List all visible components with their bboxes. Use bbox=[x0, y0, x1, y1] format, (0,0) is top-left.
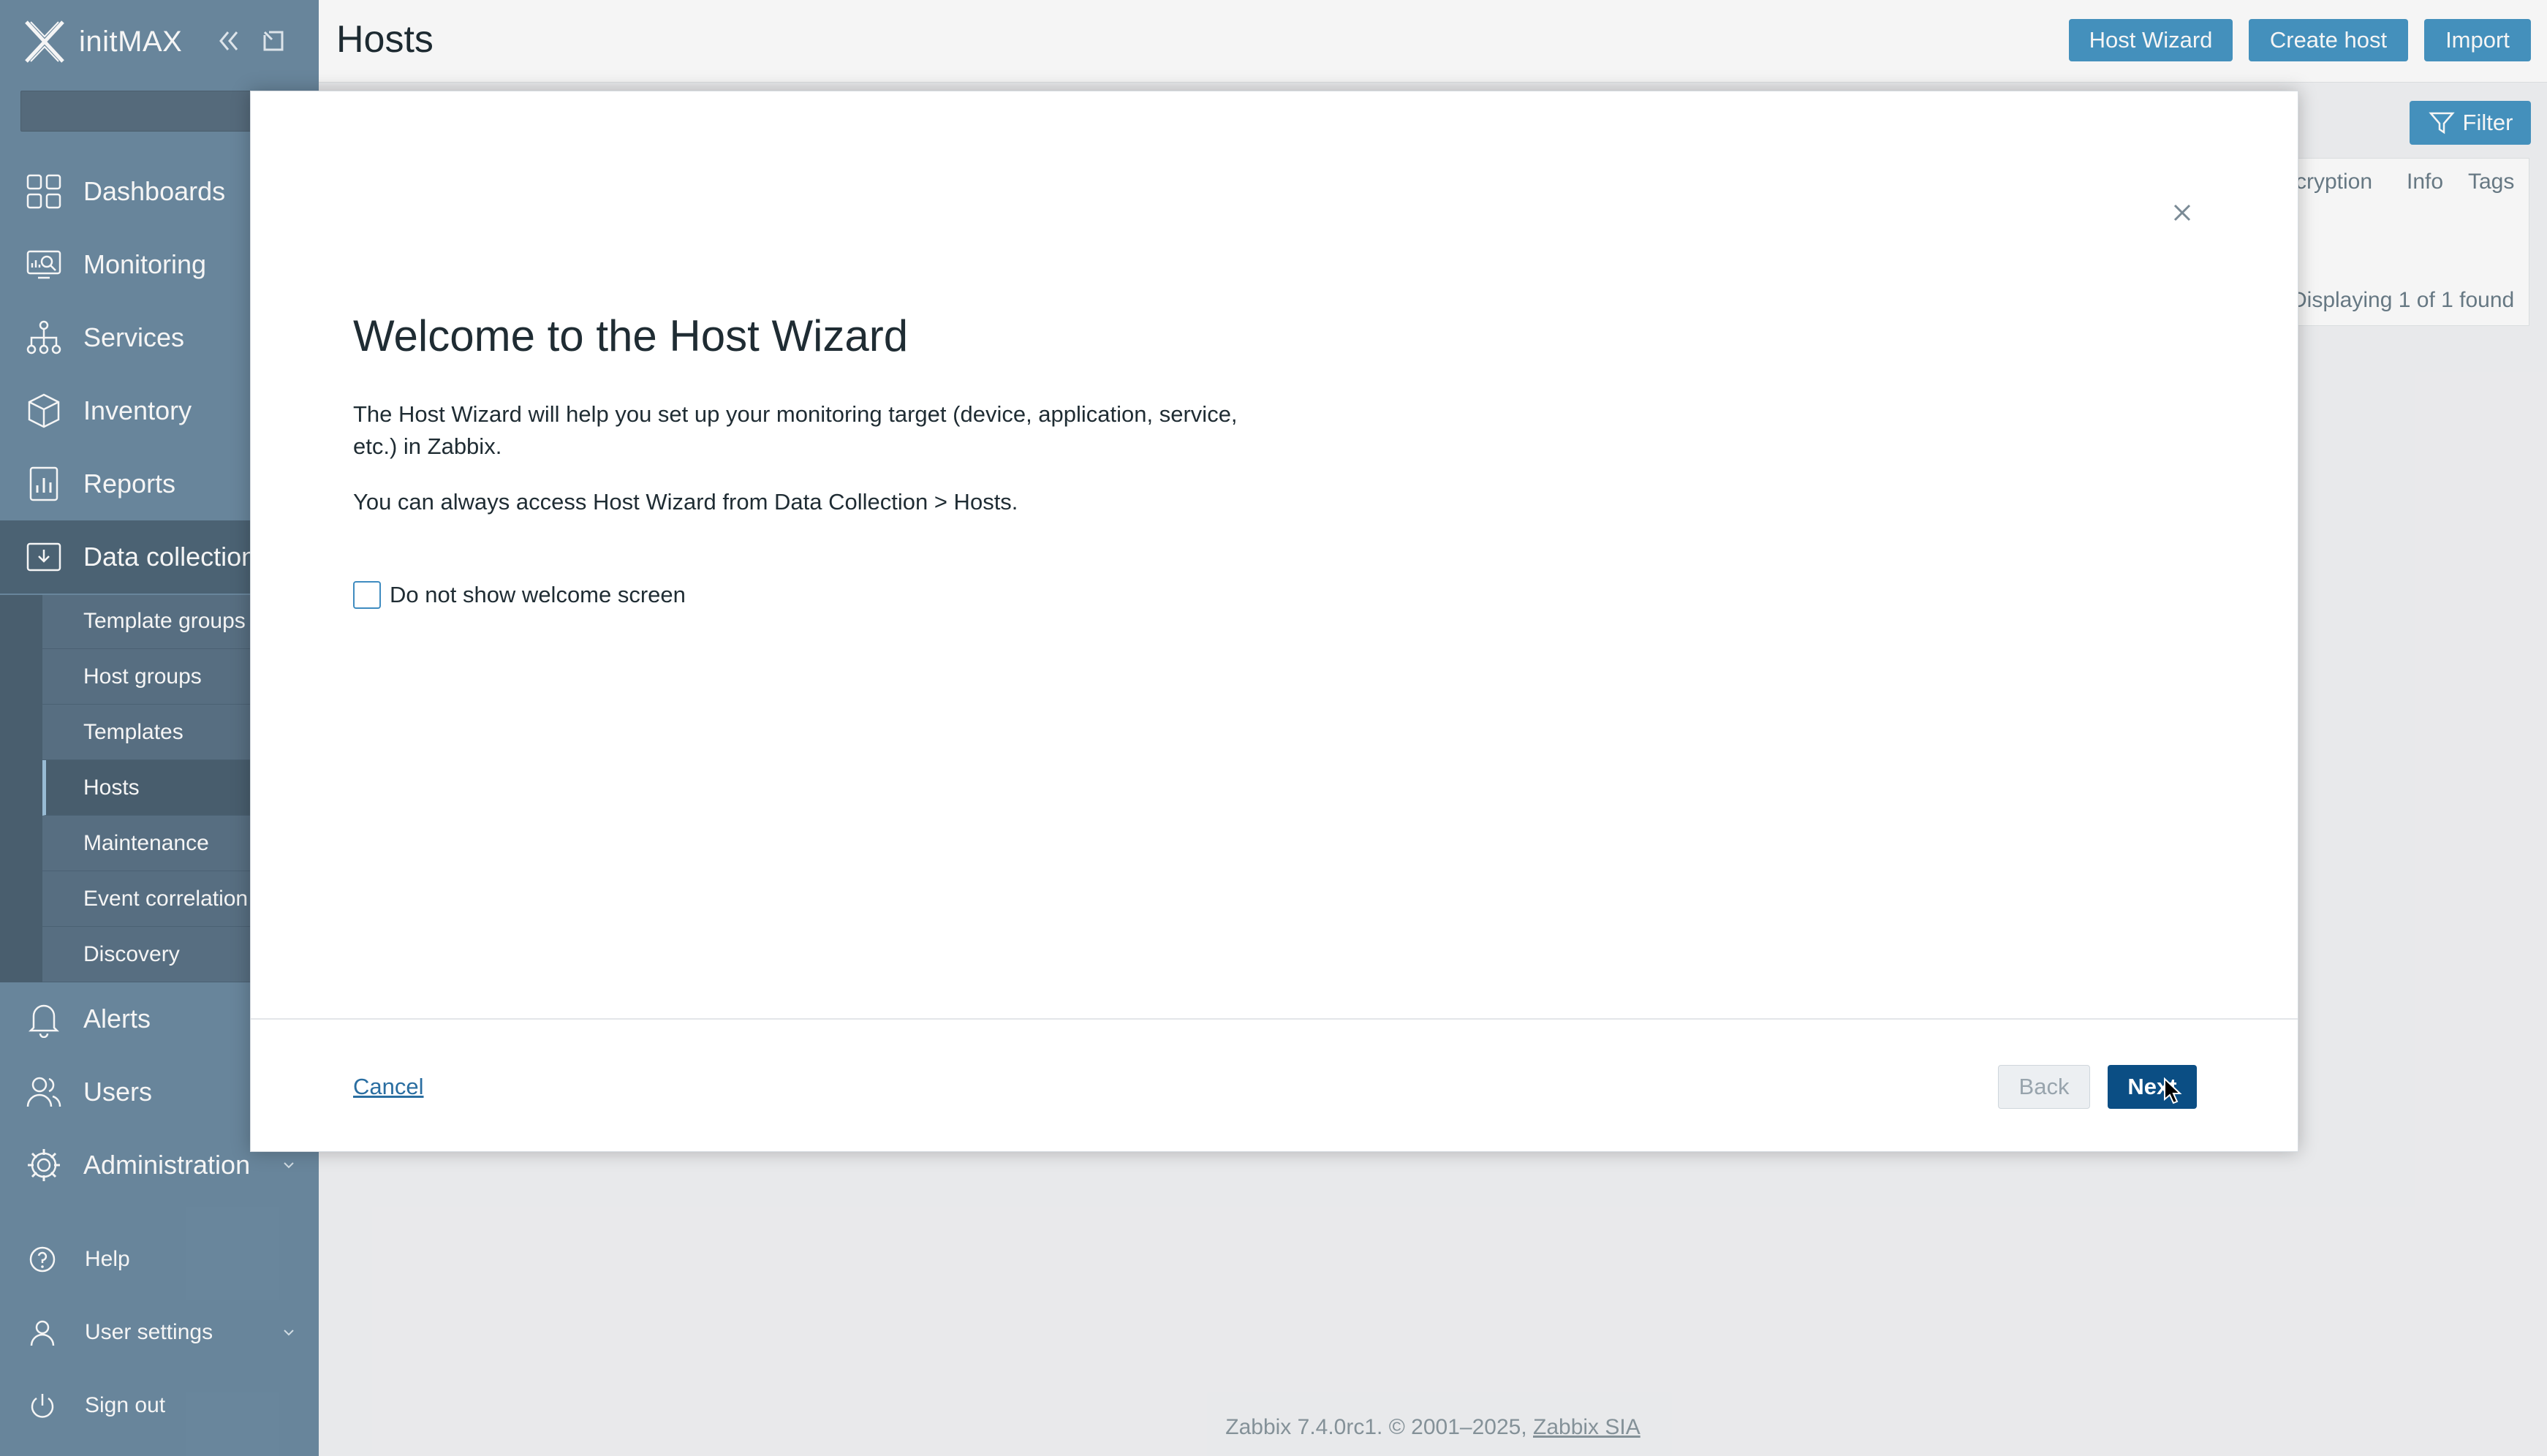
dialog-access-note: You can always access Host Wizard from D… bbox=[353, 489, 1018, 515]
mouse-cursor-icon bbox=[2164, 1077, 2182, 1104]
back-button[interactable]: Back bbox=[1998, 1065, 2090, 1109]
welcome-screen-checkbox-row[interactable]: Do not show welcome screen bbox=[353, 581, 686, 609]
next-button[interactable]: Next bbox=[2108, 1065, 2197, 1109]
cancel-link[interactable]: Cancel bbox=[353, 1074, 424, 1100]
do-not-show-checkbox[interactable] bbox=[353, 581, 381, 609]
dialog-title: Welcome to the Host Wizard bbox=[353, 311, 909, 360]
checkbox-label[interactable]: Do not show welcome screen bbox=[390, 582, 686, 608]
close-icon[interactable] bbox=[2166, 197, 2198, 229]
dialog-divider bbox=[251, 1018, 2298, 1020]
host-wizard-dialog: Welcome to the Host Wizard The Host Wiza… bbox=[250, 91, 2298, 1152]
dialog-intro-text: The Host Wizard will help you set up you… bbox=[353, 401, 1238, 459]
